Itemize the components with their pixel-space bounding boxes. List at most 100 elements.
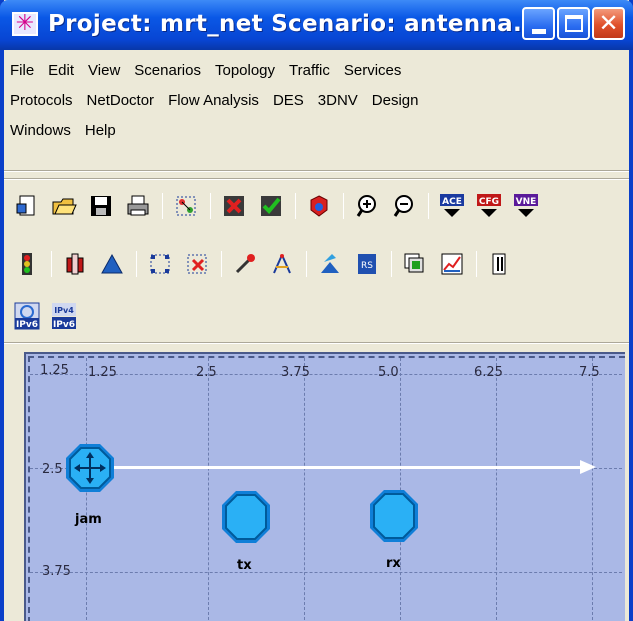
fail-node-icon[interactable] xyxy=(221,193,247,219)
selection-remove-icon[interactable] xyxy=(184,251,210,277)
ipv4-ipv6-button[interactable]: IPv4 IPv6 xyxy=(51,303,77,330)
toolbar-separator xyxy=(136,251,137,277)
close-icon: ✕ xyxy=(598,9,619,37)
trajectory-line[interactable] xyxy=(80,466,584,469)
ace-dropdown-button[interactable]: ACE xyxy=(439,193,465,219)
y-tick-label: 2.5 xyxy=(42,462,63,477)
corner-label: 1.25 xyxy=(40,363,69,378)
menu-view[interactable]: View xyxy=(88,60,120,82)
menu-flow-analysis[interactable]: Flow Analysis xyxy=(168,90,259,112)
maximize-button[interactable] xyxy=(557,7,590,40)
toolbar-separator xyxy=(210,193,211,219)
subnet-frame xyxy=(28,356,625,621)
maximize-icon xyxy=(565,15,583,32)
toolbar-separator xyxy=(476,251,477,277)
rs-label-icon[interactable]: RS xyxy=(354,251,380,277)
menu-3dnv[interactable]: 3DNV xyxy=(318,90,358,112)
rs-label: RS xyxy=(361,261,373,271)
toolbar-1: ACE CFG VNE xyxy=(14,193,550,219)
menu-traffic[interactable]: Traffic xyxy=(289,60,330,82)
toolbar-2: RS xyxy=(14,251,524,277)
zoom-out-icon[interactable] xyxy=(391,193,417,219)
grid-line xyxy=(496,358,497,620)
rapid-config-icon[interactable] xyxy=(173,193,199,219)
close-button[interactable]: ✕ xyxy=(592,7,625,40)
node-label-jam: jam xyxy=(75,512,102,527)
node-label-tx: tx xyxy=(237,558,252,573)
y-tick-label: 3.75 xyxy=(42,564,71,579)
menu-bar: File Edit View Scenarios Topology Traffi… xyxy=(4,56,629,146)
save-icon[interactable] xyxy=(88,193,114,219)
ipv6-button[interactable]: IPv6 xyxy=(14,302,40,330)
cfg-label: CFG xyxy=(479,197,499,207)
menu-windows[interactable]: Windows xyxy=(10,120,71,142)
toolbar-separator xyxy=(343,193,344,219)
cfg-dropdown-button[interactable]: CFG xyxy=(476,193,502,219)
grid-line xyxy=(592,358,593,620)
x-tick-label: 7.5 xyxy=(579,365,600,380)
menu-protocols[interactable]: Protocols xyxy=(10,90,73,112)
device-config-icon[interactable] xyxy=(62,251,88,277)
jammer-node-icon[interactable] xyxy=(63,441,117,499)
recover-node-icon[interactable] xyxy=(258,193,284,219)
title-bar[interactable]: ✳ Project: mrt_net Scenario: antenna... … xyxy=(0,0,633,50)
ipv6b-label: IPv6 xyxy=(53,320,75,330)
drag-tool-icon[interactable] xyxy=(232,251,258,277)
open-folder-icon[interactable] xyxy=(51,193,77,219)
toolbar-separator xyxy=(295,193,296,219)
traffic-light-icon[interactable] xyxy=(14,251,40,277)
menu-file[interactable]: File xyxy=(10,60,34,82)
vne-label: VNE xyxy=(516,197,537,207)
selection-grid-icon[interactable] xyxy=(147,251,173,277)
menu-netdoctor[interactable]: NetDoctor xyxy=(87,90,155,112)
node-label-rx: rx xyxy=(386,556,401,571)
grid-line xyxy=(30,572,622,573)
toolbar-divider xyxy=(4,178,629,180)
transmitter-node-icon[interactable] xyxy=(219,488,273,550)
canvas-divider xyxy=(4,342,629,344)
x-tick-label: 6.25 xyxy=(474,365,503,380)
menu-des[interactable]: DES xyxy=(273,90,304,112)
grid-line xyxy=(208,358,209,620)
x-tick-label: 3.75 xyxy=(281,365,310,380)
triangle-icon[interactable] xyxy=(99,251,125,277)
asterisk-app-icon[interactable]: ✳ xyxy=(12,12,38,36)
toolbar-separator xyxy=(306,251,307,277)
vne-dropdown-button[interactable]: VNE xyxy=(513,193,539,219)
receiver-node-icon[interactable] xyxy=(367,487,421,549)
toolbar-separator xyxy=(428,193,429,219)
toolbar-separator xyxy=(162,193,163,219)
wizard-icon[interactable] xyxy=(317,251,343,277)
x-tick-label: 5.0 xyxy=(378,365,399,380)
ipv6-label: IPv6 xyxy=(16,320,38,330)
trajectory-arrowhead xyxy=(580,460,596,474)
toolbar-separator xyxy=(391,251,392,277)
run-simulation-icon[interactable] xyxy=(306,193,332,219)
document-icon[interactable] xyxy=(487,251,513,277)
ace-label: ACE xyxy=(442,197,462,207)
menu-design[interactable]: Design xyxy=(372,90,419,112)
zoom-in-icon[interactable] xyxy=(354,193,380,219)
ipv4-label: IPv4 xyxy=(54,306,74,315)
minimize-button[interactable] xyxy=(522,7,555,40)
menu-services[interactable]: Services xyxy=(344,60,402,82)
menu-row-1: File Edit View Scenarios Topology Traffi… xyxy=(4,56,629,86)
menu-row-3: Windows Help xyxy=(4,116,629,146)
new-project-icon[interactable] xyxy=(14,193,40,219)
chart-icon[interactable] xyxy=(439,251,465,277)
menu-help[interactable]: Help xyxy=(85,120,116,142)
menu-toolbar-divider xyxy=(4,170,629,172)
x-tick-label: 1.25 xyxy=(88,365,117,380)
print-icon[interactable] xyxy=(125,193,151,219)
toolbar-3: IPv6 IPv4 IPv6 xyxy=(14,302,88,330)
minimize-icon xyxy=(532,29,546,34)
layers-icon[interactable] xyxy=(402,251,428,277)
toolbar-separator xyxy=(221,251,222,277)
menu-edit[interactable]: Edit xyxy=(48,60,74,82)
toolbar-separator xyxy=(51,251,52,277)
window-title: Project: mrt_net Scenario: antenna... xyxy=(48,11,541,37)
compass-icon[interactable] xyxy=(269,251,295,277)
menu-scenarios[interactable]: Scenarios xyxy=(134,60,201,82)
menu-topology[interactable]: Topology xyxy=(215,60,275,82)
grid-line xyxy=(30,374,622,375)
